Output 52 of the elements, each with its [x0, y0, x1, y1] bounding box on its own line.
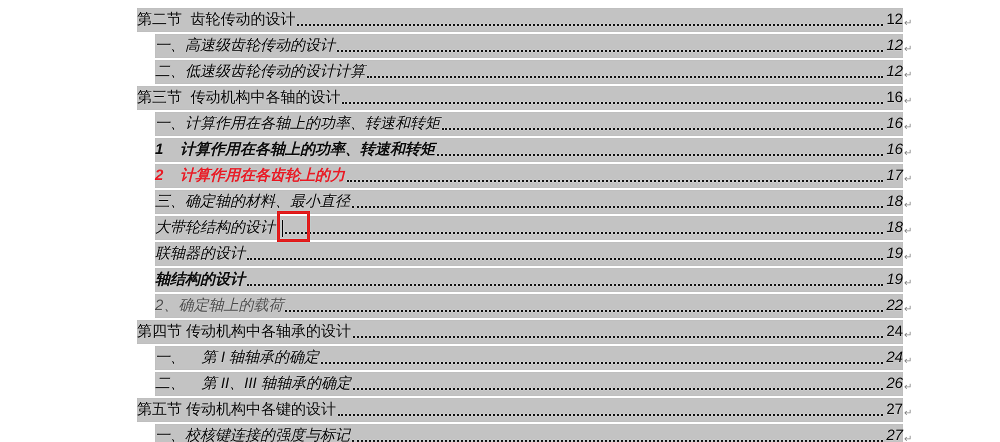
page-number: 27 [886, 427, 903, 442]
page-number: 24 [886, 349, 903, 367]
entry-title: 1 计算作用在各轴上的功率、转速和转矩 [155, 141, 436, 159]
page-number: 12 [886, 63, 903, 81]
entry-title: 轴结构的设计 [155, 271, 245, 289]
page-number: 18 [886, 219, 903, 237]
entry-title: 第五节 传动机构中各键的设计 [137, 401, 336, 419]
page-number: 26 [886, 375, 903, 393]
page-number: 12 [886, 11, 903, 29]
paragraph-mark: ↵ [904, 252, 912, 263]
paragraph-mark: ↵ [904, 44, 912, 55]
paragraph-mark: ↵ [904, 304, 912, 315]
paragraph-mark: ↵ [904, 148, 912, 159]
entry-title: 大带轮结构的设计 [155, 219, 275, 237]
entry-title: 第三节 传动机构中各轴的设计 [137, 89, 340, 107]
page-number: 19 [886, 245, 903, 263]
page-number: 16 [886, 89, 903, 107]
paragraph-mark: ↵ [904, 278, 912, 289]
entry-title: 第二节 齿轮传动的设计 [137, 11, 296, 29]
page-number: 16 [886, 141, 903, 159]
paragraph-mark: ↵ [904, 382, 912, 393]
page-number: 27 [886, 401, 903, 419]
entry-title: 2 计算作用在各齿轮上的力 [155, 167, 346, 185]
entry-title: 二、 第 II、III 轴轴承的确定 [155, 375, 351, 393]
paragraph-mark: ↵ [904, 122, 912, 133]
paragraph-mark: ↵ [904, 434, 912, 442]
entry-title: 一、 第 I 轴轴承的确定 [155, 349, 320, 367]
page-number: 18 [886, 193, 903, 211]
entry-title: 一、校核键连接的强度与标记 [155, 427, 350, 442]
page-number: 19 [886, 271, 903, 289]
paragraph-mark: ↵ [904, 200, 912, 211]
page-number: 24 [886, 323, 903, 341]
paragraph-mark: ↵ [904, 174, 912, 185]
entry-title: 第四节 传动机构中各轴承的设计 [137, 323, 352, 341]
paragraph-mark: ↵ [904, 70, 912, 81]
entry-title: 2、确定轴上的载荷 [155, 297, 284, 315]
entry-title: 一、计算作用在各轴上的功率、转速和转矩 [155, 115, 440, 133]
page-number: 12 [886, 37, 903, 55]
page-number: 17 [886, 167, 903, 185]
entry-title: 三、确定轴的材料、最小直径 [155, 193, 350, 211]
entry-title: 联轴器的设计 [155, 245, 245, 263]
page-number: 16 [886, 115, 903, 133]
paragraph-mark: ↵ [904, 226, 912, 237]
paragraph-mark: ↵ [904, 408, 912, 419]
page-number: 22 [886, 297, 903, 315]
paragraph-mark: ↵ [904, 96, 912, 107]
paragraph-mark: ↵ [904, 18, 912, 29]
annotation-frame [277, 211, 310, 242]
paragraph-mark: ↵ [904, 356, 912, 367]
entry-title: 二、低速级齿轮传动的设计计算 [155, 63, 365, 81]
paragraph-mark: ↵ [904, 330, 912, 341]
entry-title: 一、高速级齿轮传动的设计 [155, 37, 335, 55]
